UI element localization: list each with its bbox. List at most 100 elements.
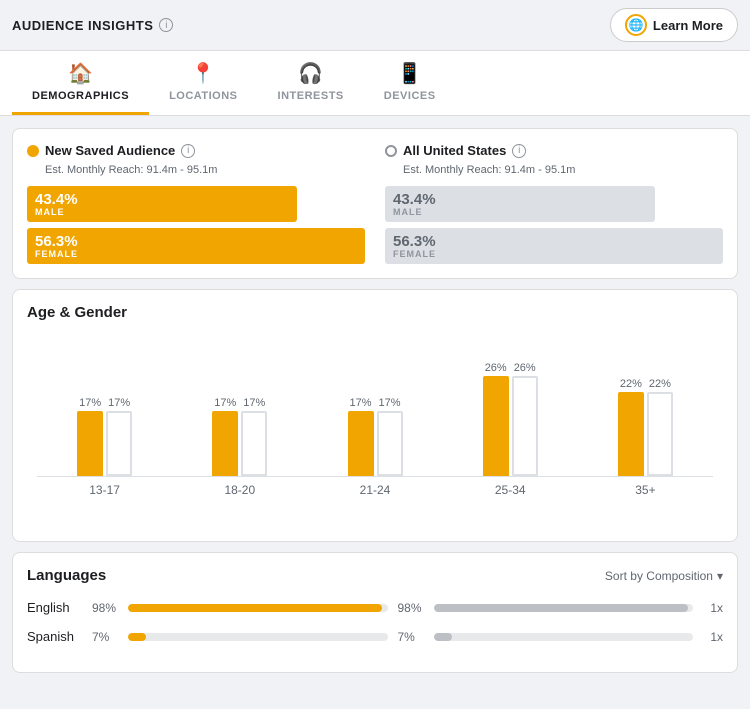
learn-more-label: Learn More <box>653 18 723 33</box>
lang-name-spanish: Spanish <box>27 629 82 644</box>
age-group-35plus-pct2: 22% <box>649 378 671 390</box>
chart-divider-2124 <box>307 476 442 477</box>
languages-card: Languages Sort by Composition ▾ English … <box>12 552 738 673</box>
demographics-icon: 🏠 <box>68 61 93 86</box>
lang-pct-english-1: 98% <box>92 601 122 615</box>
age-bars-row: 17% 17% 13-17 <box>27 337 723 497</box>
age-group-21-24-wrap2: 17% <box>377 397 403 476</box>
audience1-male-pct: 43.4% <box>35 192 78 207</box>
age-group-25-34-bars: 26% 26% <box>483 362 538 476</box>
age-label-35plus: 35+ <box>635 483 655 497</box>
age-label-2124: 21-24 <box>360 483 391 497</box>
age-group-18-20-pct2: 17% <box>243 397 265 409</box>
devices-icon: 📱 <box>397 61 422 86</box>
audience1-female-bar: 56.3% FEMALE <box>27 228 365 264</box>
age-bar-white-2124 <box>377 411 403 476</box>
audience1-female-text: 56.3% FEMALE <box>35 234 78 259</box>
audience1-header: New Saved Audience i <box>27 143 365 158</box>
audience2-female-fill: 56.3% FEMALE <box>385 228 723 264</box>
audience1-gender-bars: 43.4% MALE 56.3% FEMALE <box>27 186 365 264</box>
tab-interests-label: INTERESTS <box>278 90 344 102</box>
audience1-info-icon[interactable]: i <box>181 144 195 158</box>
age-group-18-20-pct1: 17% <box>214 397 236 409</box>
age-group-25-34: 26% 26% 25-34 <box>443 337 578 497</box>
lang-bar-fill-spanish-1 <box>128 633 146 641</box>
sort-by-label: Sort by Composition <box>605 569 713 583</box>
age-bar-white-35plus <box>647 392 673 476</box>
header-left: AUDIENCE INSIGHTS i <box>12 18 173 33</box>
age-group-21-24-wrap1: 17% <box>348 397 374 476</box>
audience2-male-label: MALE <box>393 207 436 217</box>
age-label-1820: 18-20 <box>224 483 255 497</box>
audience2-female-text: 56.3% FEMALE <box>393 234 436 259</box>
age-group-13-17-wrap2: 17% <box>106 397 132 476</box>
chevron-down-icon: ▾ <box>717 569 723 583</box>
lang-bar-section-spanish-2: 7% <box>398 630 694 644</box>
lang-pct-spanish-1: 7% <box>92 630 122 644</box>
audience1-col: New Saved Audience i Est. Monthly Reach:… <box>27 143 365 264</box>
audience2-male-bar: 43.4% MALE <box>385 186 723 222</box>
age-bar-yellow-1317 <box>77 411 103 476</box>
languages-header: Languages Sort by Composition ▾ <box>27 567 723 584</box>
age-group-13-17-pct1: 17% <box>79 397 101 409</box>
chart-divider-1820 <box>172 476 307 477</box>
audience2-male-fill: 43.4% MALE <box>385 186 655 222</box>
tab-demographics[interactable]: 🏠 DEMOGRAPHICS <box>12 51 149 115</box>
tabs-bar: 🏠 DEMOGRAPHICS 📍 LOCATIONS 🎧 INTERESTS 📱… <box>0 51 750 116</box>
age-bar-yellow-2534 <box>483 376 509 476</box>
tab-devices[interactable]: 📱 DEVICES <box>364 51 456 115</box>
audience2-gender-bars: 43.4% MALE 56.3% FEMALE <box>385 186 723 264</box>
learn-more-button[interactable]: 🌐 Learn More <box>610 8 738 42</box>
audience2-female-pct: 56.3% <box>393 234 436 249</box>
age-group-35plus-pct1: 22% <box>620 378 642 390</box>
audience-row: New Saved Audience i Est. Monthly Reach:… <box>27 143 723 264</box>
lang-multiplier-spanish: 1x <box>703 630 723 644</box>
tab-interests[interactable]: 🎧 INTERESTS <box>258 51 364 115</box>
age-group-13-17-bars: 17% 17% <box>77 397 132 476</box>
age-gender-chart: 17% 17% 13-17 <box>27 337 723 527</box>
audience1-male-bar: 43.4% MALE <box>27 186 365 222</box>
audience1-male-fill: 43.4% MALE <box>27 186 297 222</box>
audience2-female-label: FEMALE <box>393 249 436 259</box>
age-group-21-24: 17% 17% 21-24 <box>307 337 442 497</box>
lang-pct-english-2: 98% <box>398 601 428 615</box>
age-group-18-20: 17% 17% 18-20 <box>172 337 307 497</box>
age-group-35plus-wrap2: 22% <box>647 378 673 476</box>
age-label-2534: 25-34 <box>495 483 526 497</box>
age-group-13-17-pct2: 17% <box>108 397 130 409</box>
lang-bar-fill-english-2 <box>434 604 688 612</box>
lang-bar-track-english-2 <box>434 604 694 612</box>
tab-locations[interactable]: 📍 LOCATIONS <box>149 51 257 115</box>
audience2-info-icon[interactable]: i <box>512 144 526 158</box>
age-group-21-24-pct2: 17% <box>378 397 400 409</box>
tab-locations-label: LOCATIONS <box>169 90 237 102</box>
age-group-13-17: 17% 17% 13-17 <box>37 337 172 497</box>
lang-bar-fill-english-1 <box>128 604 382 612</box>
age-gender-chart-card: Age & Gender 17% 17% <box>12 289 738 542</box>
age-group-18-20-wrap1: 17% <box>212 397 238 476</box>
audience2-reach: Est. Monthly Reach: 91.4m - 95.1m <box>403 164 723 176</box>
age-bar-white-1820 <box>241 411 267 476</box>
locations-icon: 📍 <box>191 61 216 86</box>
language-row-english: English 98% 98% 1x <box>27 600 723 615</box>
sort-by-dropdown[interactable]: Sort by Composition ▾ <box>605 569 723 583</box>
lang-bar-section-english-1: 98% <box>92 601 388 615</box>
tab-demographics-label: DEMOGRAPHICS <box>32 90 129 102</box>
audience2-header: All United States i <box>385 143 723 158</box>
age-group-18-20-wrap2: 17% <box>241 397 267 476</box>
audience2-female-bar: 56.3% FEMALE <box>385 228 723 264</box>
audience1-dot <box>27 145 39 157</box>
audience2-col: All United States i Est. Monthly Reach: … <box>385 143 723 264</box>
age-group-25-34-pct1: 26% <box>485 362 507 374</box>
audience-insights-header: AUDIENCE INSIGHTS i 🌐 Learn More <box>0 0 750 51</box>
header-info-icon[interactable]: i <box>159 18 173 32</box>
lang-bar-fill-spanish-2 <box>434 633 452 641</box>
chart-divider-2534 <box>443 476 578 477</box>
audience2-male-text: 43.4% MALE <box>393 192 436 217</box>
age-group-35plus: 22% 22% 35+ <box>578 337 713 497</box>
age-bar-yellow-2124 <box>348 411 374 476</box>
lang-bar-track-spanish-1 <box>128 633 388 641</box>
age-group-35plus-bars: 22% 22% <box>618 378 673 476</box>
age-label-1317: 13-17 <box>89 483 120 497</box>
audience1-male-text: 43.4% MALE <box>35 192 78 217</box>
